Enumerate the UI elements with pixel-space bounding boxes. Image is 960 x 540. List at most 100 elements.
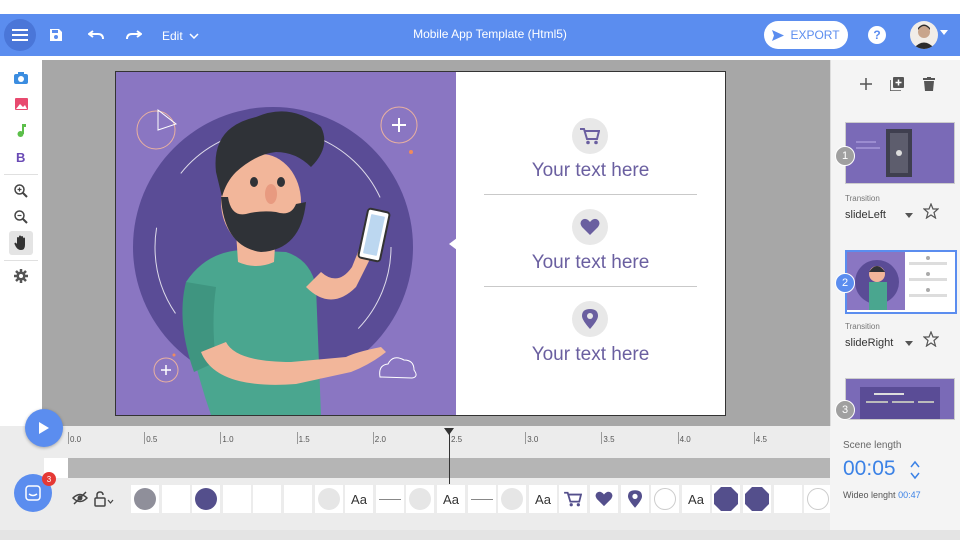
lock-layers-button[interactable] bbox=[94, 491, 114, 507]
hamburger-menu-button[interactable] bbox=[4, 19, 36, 51]
feature-text[interactable]: Your text here bbox=[476, 344, 705, 366]
slide-canvas[interactable]: Your text here Your text here Your text … bbox=[115, 71, 726, 416]
scene-length-label: Scene length bbox=[843, 440, 902, 451]
play-button[interactable] bbox=[25, 409, 63, 447]
svg-text:B: B bbox=[16, 150, 25, 163]
zoom-out-button[interactable] bbox=[9, 205, 33, 229]
plus-icon bbox=[860, 78, 872, 90]
delete-scene-button[interactable] bbox=[919, 74, 939, 94]
zoom-in-button[interactable] bbox=[9, 179, 33, 203]
help-button[interactable]: ? bbox=[868, 26, 886, 44]
layer-thumbnail[interactable] bbox=[131, 485, 159, 513]
toggle-visibility-button[interactable] bbox=[71, 491, 89, 507]
transition-select[interactable]: slideLeft bbox=[845, 209, 886, 221]
slide-illustration[interactable] bbox=[116, 72, 456, 415]
layer-thumbnail[interactable]: Aa bbox=[682, 485, 710, 513]
redo-button[interactable] bbox=[122, 23, 146, 47]
feature-icon-badge bbox=[572, 301, 608, 337]
star-icon bbox=[922, 202, 940, 220]
heart-icon bbox=[595, 491, 613, 507]
layer-shape bbox=[195, 488, 217, 510]
timeline-tick bbox=[68, 432, 69, 444]
layer-thumbnail[interactable] bbox=[804, 485, 832, 513]
scene-length-value[interactable]: 00:05 bbox=[843, 457, 896, 481]
eye-off-icon bbox=[71, 491, 89, 505]
layer-thumbnail[interactable] bbox=[743, 485, 771, 513]
top-bar: Edit Mobile App Template (Html5) EXPORT … bbox=[0, 14, 960, 56]
feature-text[interactable]: Your text here bbox=[476, 252, 705, 274]
layer-thumbnail[interactable] bbox=[376, 485, 404, 513]
transition-label: Transition bbox=[845, 194, 880, 203]
scene-thumbnail[interactable] bbox=[845, 122, 955, 184]
add-audio-button[interactable] bbox=[9, 118, 33, 142]
layer-thumbnail[interactable] bbox=[284, 485, 312, 513]
timeline-tick-label: 2.5 bbox=[451, 435, 463, 444]
edit-menu-label: Edit bbox=[162, 29, 183, 43]
hand-icon bbox=[14, 235, 25, 250]
layer-text-label: Aa bbox=[351, 491, 367, 507]
account-caret-icon[interactable] bbox=[940, 30, 948, 35]
zoom-in-icon bbox=[14, 184, 28, 198]
layer-thumbnail[interactable] bbox=[223, 485, 251, 513]
feature-text[interactable]: Your text here bbox=[476, 160, 705, 182]
layer-line bbox=[379, 498, 401, 500]
pan-hand-button[interactable] bbox=[9, 231, 33, 255]
scene-thumbnail-selected[interactable] bbox=[845, 250, 957, 314]
layer-thumbnail[interactable] bbox=[162, 485, 190, 513]
duplicate-scene-button[interactable] bbox=[887, 74, 907, 94]
playhead-handle[interactable] bbox=[444, 428, 454, 435]
layer-thumbnail[interactable]: Aa bbox=[345, 485, 373, 513]
favorite-scene-button[interactable] bbox=[922, 330, 940, 348]
layer-thumbnail[interactable] bbox=[651, 485, 679, 513]
layer-thumbnail[interactable] bbox=[315, 485, 343, 513]
layer-thumbnail[interactable] bbox=[621, 485, 649, 513]
settings-button[interactable] bbox=[9, 264, 33, 288]
layer-shape bbox=[745, 487, 769, 511]
layer-shape bbox=[807, 488, 829, 510]
transition-select[interactable]: slideRight bbox=[845, 337, 893, 349]
gear-icon bbox=[14, 269, 28, 283]
timeline-tick bbox=[525, 432, 527, 444]
layer-thumbnail[interactable] bbox=[498, 485, 526, 513]
scene-length-stepper[interactable] bbox=[910, 460, 920, 485]
layer-thumbnail[interactable] bbox=[590, 485, 618, 513]
layer-thumbnail[interactable] bbox=[468, 485, 496, 513]
feature-divider bbox=[484, 194, 697, 195]
scene-preview bbox=[846, 123, 954, 183]
layer-thumbnail[interactable] bbox=[406, 485, 434, 513]
layer-thumbnail[interactable]: Aa bbox=[529, 485, 557, 513]
scene-number-badge: 2 bbox=[835, 273, 855, 293]
layer-line bbox=[471, 498, 493, 500]
add-text-button[interactable]: B bbox=[9, 144, 33, 168]
layer-shape bbox=[318, 488, 340, 510]
undo-icon bbox=[88, 30, 104, 40]
stepper-arrows-icon bbox=[910, 460, 920, 480]
layer-thumbnail[interactable] bbox=[712, 485, 740, 513]
export-button[interactable]: EXPORT bbox=[764, 21, 848, 49]
transition-dropdown-icon[interactable] bbox=[905, 341, 913, 346]
export-button-label: EXPORT bbox=[790, 28, 840, 42]
edit-menu[interactable]: Edit bbox=[162, 26, 199, 46]
layer-thumbnail[interactable] bbox=[559, 485, 587, 513]
playhead-line[interactable] bbox=[449, 430, 450, 484]
layer-thumbnail[interactable] bbox=[774, 485, 802, 513]
add-photo-button[interactable] bbox=[9, 66, 33, 90]
add-scene-button[interactable] bbox=[856, 74, 876, 94]
bottom-strip bbox=[0, 530, 960, 540]
trash-icon bbox=[923, 77, 935, 91]
timeline-tick-label: 4.0 bbox=[679, 435, 691, 444]
layer-thumbnail[interactable] bbox=[192, 485, 220, 513]
add-image-button[interactable] bbox=[9, 92, 33, 116]
save-button[interactable] bbox=[44, 23, 68, 47]
user-avatar[interactable] bbox=[910, 21, 938, 49]
slide-features-panel[interactable]: Your text here Your text here Your text … bbox=[456, 72, 725, 415]
undo-button[interactable] bbox=[84, 23, 108, 47]
transition-dropdown-icon[interactable] bbox=[905, 213, 913, 218]
layer-thumbnail[interactable]: Aa bbox=[437, 485, 465, 513]
scene-thumbnail[interactable] bbox=[845, 378, 955, 420]
layer-thumbnail[interactable] bbox=[253, 485, 281, 513]
layer-text-label: Aa bbox=[688, 491, 704, 507]
man-with-phone-illustration bbox=[133, 106, 418, 415]
favorite-scene-button[interactable] bbox=[922, 202, 940, 220]
timeline-tick bbox=[296, 432, 298, 444]
